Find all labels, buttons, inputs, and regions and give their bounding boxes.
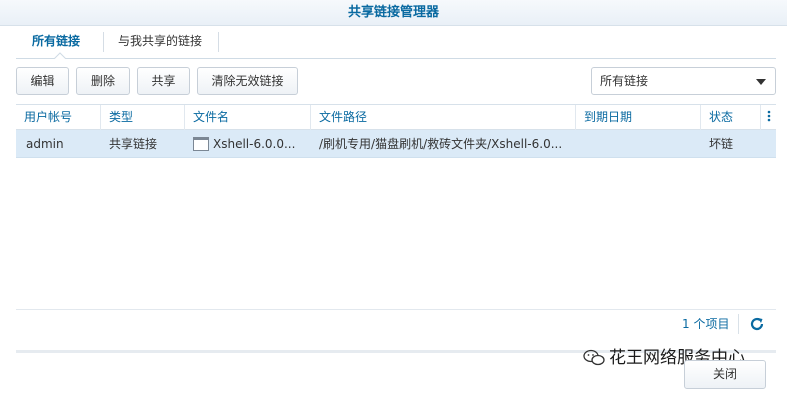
cell-status: 坏链 (709, 137, 734, 151)
window-title: 共享链接管理器 (0, 0, 787, 26)
wechat-icon (583, 349, 605, 366)
cell-path: /刷机专用/猫盘刷机/救砖文件夹/Xshell-6.0... (319, 137, 563, 151)
cell-user: admin (26, 137, 64, 151)
table-header: 用户帐号 类型 文件名 文件路径 到期日期 状态 (16, 104, 776, 130)
edit-button[interactable]: 编辑 (16, 67, 69, 95)
links-table: 用户帐号 类型 文件名 文件路径 到期日期 状态 admin 共享链接 Xshe… (16, 104, 776, 158)
chevron-down-icon (756, 79, 766, 85)
tab-bar: 所有链接 与我共享的链接 (16, 27, 776, 59)
link-filter-value: 所有链接 (600, 74, 649, 88)
active-tab-pointer-icon (54, 52, 66, 59)
share-button[interactable]: 共享 (137, 67, 190, 95)
table-footer-divider (16, 309, 776, 310)
close-button[interactable]: 关闭 (684, 360, 766, 389)
cell-type: 共享链接 (109, 137, 158, 151)
tab-divider (218, 32, 219, 52)
cell-filename: Xshell-6.0.0... (185, 130, 311, 158)
table-row[interactable]: admin 共享链接 Xshell-6.0.0... /刷机专用/猫盘刷机/救砖… (16, 130, 776, 158)
refresh-icon[interactable] (749, 316, 765, 332)
cell-filename-text: Xshell-6.0.0... (213, 137, 296, 151)
column-header-type[interactable]: 类型 (101, 105, 185, 130)
column-header-expiry[interactable]: 到期日期 (576, 105, 701, 130)
clear-invalid-links-button[interactable]: 清除无效链接 (197, 67, 298, 95)
column-header-filename[interactable]: 文件名 (185, 105, 311, 130)
cell-expiry (576, 130, 701, 158)
delete-button[interactable]: 删除 (76, 67, 130, 95)
pager-divider (738, 314, 739, 334)
tab-shared-with-me[interactable]: 与我共享的链接 (104, 27, 216, 58)
link-filter-select[interactable]: 所有链接 (591, 67, 776, 95)
column-menu-icon[interactable] (761, 105, 776, 130)
column-header-user[interactable]: 用户帐号 (16, 105, 101, 130)
column-header-path[interactable]: 文件路径 (311, 105, 576, 130)
column-header-status[interactable]: 状态 (701, 105, 761, 130)
item-count: 1 个项目 (682, 317, 730, 331)
share-link-manager-window: 共享链接管理器 所有链接 与我共享的链接 编辑 删除 共享 清除无效链接 所有链… (0, 0, 787, 393)
toolbar: 编辑 删除 共享 清除无效链接 所有链接 (16, 67, 776, 95)
file-icon (193, 137, 209, 151)
